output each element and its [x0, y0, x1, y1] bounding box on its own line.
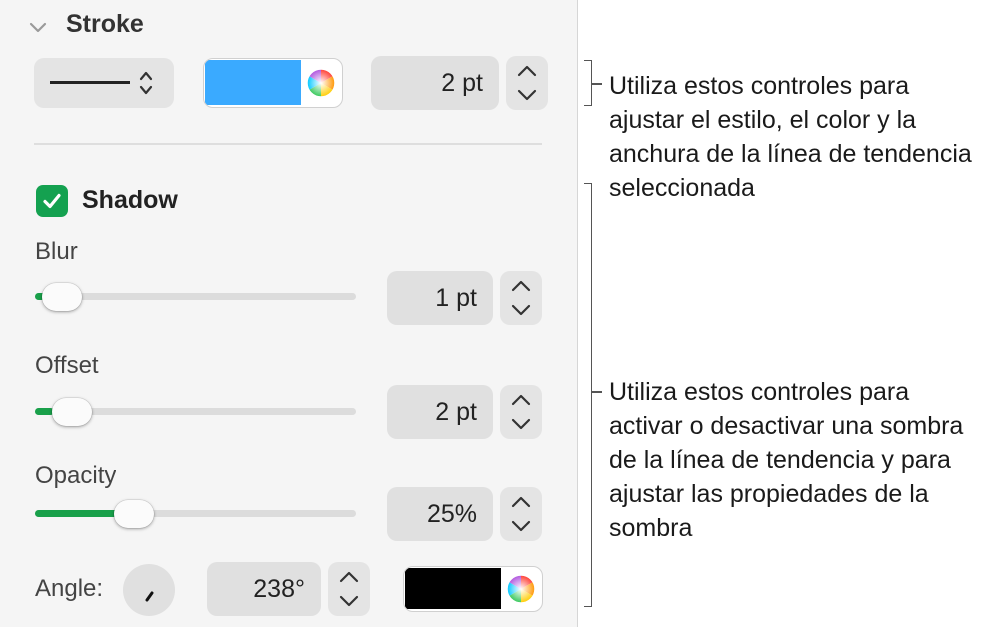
stepper-up-icon[interactable]	[338, 565, 360, 589]
checkmark-icon	[43, 193, 61, 209]
angle-value-field[interactable]: 238°	[207, 562, 321, 616]
opacity-slider-knob[interactable]	[114, 500, 154, 528]
stroke-section-title: Stroke	[66, 10, 144, 38]
opacity-stepper[interactable]	[500, 487, 542, 541]
opacity-slider-fill	[35, 510, 118, 517]
stepper-down-icon[interactable]	[338, 589, 360, 613]
angle-dial-icon[interactable]	[123, 564, 175, 616]
format-sidebar: Stroke 2 pt Shadow Blur 1 pt Offset 2 pt…	[0, 0, 578, 627]
blur-label: Blur	[35, 238, 78, 265]
shadow-color-swatch	[405, 568, 501, 609]
stroke-width-field[interactable]: 2 pt	[371, 56, 499, 110]
stroke-callout-tick	[592, 83, 602, 85]
stepper-up-icon[interactable]	[510, 490, 532, 514]
shadow-callout-tick	[592, 391, 602, 393]
stroke-color-well[interactable]	[203, 58, 343, 108]
shadow-callout-text: Utiliza estos controles para activar o d…	[609, 378, 964, 542]
blur-slider-track[interactable]	[35, 293, 356, 300]
opacity-value-field[interactable]: 25%	[387, 487, 493, 541]
stepper-down-icon[interactable]	[510, 514, 532, 538]
line-style-icon	[50, 81, 130, 84]
chevron-down-icon[interactable]	[25, 14, 51, 40]
popup-arrows-icon	[138, 69, 154, 102]
shadow-callout-bracket	[584, 183, 592, 607]
stroke-callout-text: Utiliza estos controles para ajustar el …	[609, 72, 972, 202]
offset-label: Offset	[35, 352, 99, 379]
color-wheel-icon[interactable]	[305, 67, 337, 104]
stroke-width-stepper[interactable]	[506, 56, 548, 110]
section-divider	[34, 143, 542, 145]
blur-value-field[interactable]: 1 pt	[387, 271, 493, 325]
shadow-color-well[interactable]	[403, 566, 543, 612]
stroke-color-swatch	[205, 60, 301, 105]
opacity-label-clip: Opacity	[35, 462, 116, 490]
stepper-up-icon[interactable]	[516, 59, 538, 83]
stepper-down-icon[interactable]	[516, 83, 538, 107]
line-style-popup[interactable]	[34, 58, 174, 108]
opacity-slider-track[interactable]	[35, 510, 356, 517]
stepper-up-icon[interactable]	[510, 388, 532, 412]
angle-label: Angle:	[35, 575, 104, 602]
angle-stepper[interactable]	[328, 562, 370, 616]
stepper-up-icon[interactable]	[510, 274, 532, 298]
offset-slider-knob[interactable]	[52, 398, 92, 426]
stroke-callout-bracket	[584, 60, 592, 106]
blur-slider-knob[interactable]	[42, 283, 82, 311]
blur-stepper[interactable]	[500, 271, 542, 325]
stepper-down-icon[interactable]	[510, 298, 532, 322]
opacity-label: Opacity	[35, 462, 117, 489]
shadow-section-title: Shadow	[82, 186, 178, 214]
offset-stepper[interactable]	[500, 385, 542, 439]
color-wheel-icon[interactable]	[505, 573, 537, 610]
shadow-checkbox[interactable]	[36, 185, 68, 217]
stepper-down-icon[interactable]	[510, 412, 532, 436]
offset-value-field[interactable]: 2 pt	[387, 385, 493, 439]
